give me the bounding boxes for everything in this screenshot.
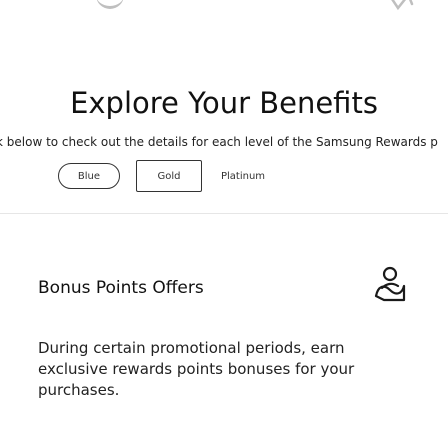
- decorative-sparkle-icon: [391, 0, 414, 11]
- tier-tab-gold-label: Gold: [157, 170, 181, 182]
- tier-tab-blue[interactable]: Blue: [54, 160, 124, 192]
- tier-tab-platinum[interactable]: Platinum: [210, 160, 276, 192]
- intro-text: k below to check out the details for eac…: [0, 135, 438, 149]
- top-decoration-strip: [0, 0, 448, 20]
- bonus-offer-icon: [374, 266, 406, 302]
- section-divider: [0, 213, 448, 214]
- tier-tab-gold[interactable]: Gold: [136, 160, 202, 192]
- page-headline: Explore Your Benefits: [70, 86, 378, 120]
- tier-tab-blue-label: Blue: [58, 163, 120, 189]
- offer-title: Bonus Points Offers: [38, 278, 204, 298]
- decorative-arc-icon: [96, 0, 124, 9]
- offer-description: During certain promotional periods, earn…: [38, 339, 355, 399]
- tier-selector: Blue Gold Platinum: [0, 160, 448, 192]
- tier-tab-platinum-label: Platinum: [220, 170, 266, 182]
